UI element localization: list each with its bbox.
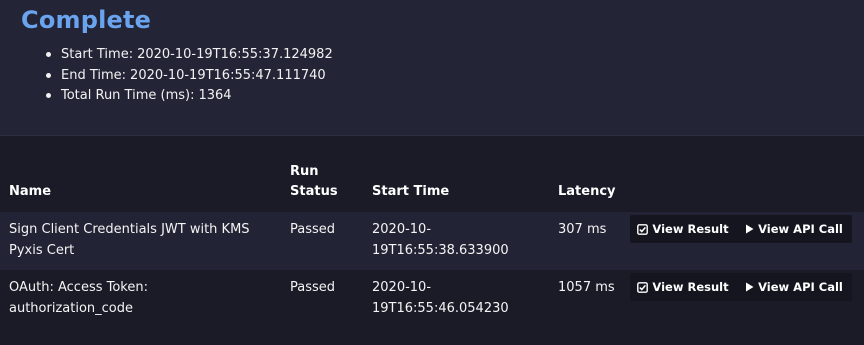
row-name-line2: authorization_code — [9, 300, 133, 316]
view-api-call-button[interactable]: View API Call — [736, 215, 852, 243]
header-start-time: Start Time — [372, 184, 450, 199]
play-icon — [746, 224, 754, 234]
summary-total-run-time-value: 1364 — [198, 88, 232, 103]
row-actions: View Result View API Call — [630, 215, 852, 243]
view-result-button[interactable]: View Result — [630, 215, 736, 243]
row-start-time: 2020-10- 19T16:55:38.633900 — [372, 220, 509, 261]
summary-total-run-time: Total Run Time (ms): 1364 — [34, 86, 333, 107]
results-table: Name Run Status Start Time Latency Sign … — [0, 136, 864, 345]
row-name: Sign Client Credentials JWT with KMS Pyx… — [9, 220, 250, 261]
table-row: OAuth: Access Token: authorization_code … — [0, 270, 864, 329]
header-run-status-line1: Run — [290, 164, 319, 179]
view-result-label: View Result — [652, 280, 729, 294]
check-square-icon — [637, 281, 649, 293]
view-result-label: View Result — [652, 222, 729, 236]
summary-start-time: Start Time: 2020-10-19T16:55:37.124982 — [34, 45, 333, 66]
header-run-status-line2: Status — [290, 184, 338, 199]
page-title: Complete — [21, 6, 152, 34]
summary-end-time: End Time: 2020-10-19T16:55:47.111740 — [34, 66, 333, 87]
row-status: Passed — [290, 280, 336, 295]
run-summary: Complete Start Time: 2020-10-19T16:55:37.… — [0, 0, 864, 136]
view-api-call-label: View API Call — [758, 280, 843, 294]
header-latency: Latency — [558, 184, 616, 199]
view-result-button[interactable]: View Result — [630, 273, 736, 301]
row-name: OAuth: Access Token: authorization_code — [9, 278, 148, 319]
row-name-line1: Sign Client Credentials JWT with KMS — [9, 222, 250, 237]
summary-start-time-label: Start Time: — [61, 47, 134, 62]
row-actions: View Result View API Call — [630, 273, 852, 301]
row-start-time-line1: 2020-10- — [372, 222, 432, 237]
row-name-line1: OAuth: Access Token: — [9, 280, 148, 295]
row-latency: 307 ms — [558, 222, 607, 237]
header-name: Name — [9, 184, 52, 199]
check-square-icon — [637, 223, 649, 235]
row-start-time: 2020-10- 19T16:55:46.054230 — [372, 278, 509, 319]
view-api-call-button[interactable]: View API Call — [736, 273, 852, 301]
play-icon — [746, 282, 754, 292]
summary-list: Start Time: 2020-10-19T16:55:37.124982 En… — [34, 45, 333, 107]
row-start-time-line2: 19T16:55:46.054230 — [372, 300, 509, 316]
summary-end-time-label: End Time: — [61, 67, 127, 83]
row-status: Passed — [290, 222, 336, 237]
summary-start-time-value: 2020-10-19T16:55:37.124982 — [137, 47, 333, 62]
row-start-time-line1: 2020-10- — [372, 280, 432, 295]
row-name-line2: Pyxis Cert — [9, 242, 75, 258]
header-run-status: Run Status — [290, 162, 338, 202]
view-api-call-label: View API Call — [758, 222, 843, 236]
table-row: Sign Client Credentials JWT with KMS Pyx… — [0, 212, 864, 270]
row-latency: 1057 ms — [558, 280, 615, 295]
row-start-time-line2: 19T16:55:38.633900 — [372, 242, 509, 258]
summary-end-time-value: 2020-10-19T16:55:47.111740 — [130, 67, 326, 83]
summary-total-run-time-label: Total Run Time (ms): — [61, 88, 195, 103]
